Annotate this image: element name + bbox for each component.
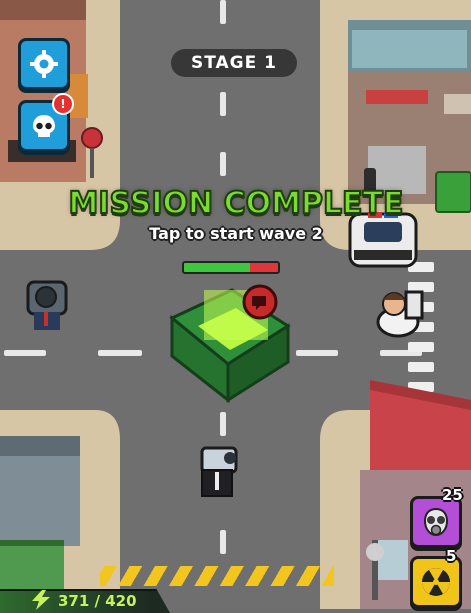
gas-mask-icon	[423, 507, 449, 537]
mission-title: MISSION COMPLETE	[67, 185, 404, 222]
cameraman-player	[200, 446, 238, 497]
dumpster	[435, 171, 471, 213]
stop-sign	[81, 127, 103, 149]
radiation-count: 5	[446, 547, 457, 565]
building-top-left	[0, 0, 88, 182]
skull-icon	[33, 115, 55, 137]
radiation-icon	[422, 568, 450, 596]
mission-subtitle[interactable]: Tap to start wave 2	[90, 224, 382, 243]
hazard-stripe-banner	[100, 566, 334, 586]
energy-counter: 371 / 420	[58, 592, 137, 610]
lightning-icon	[32, 590, 50, 610]
toilet-enemy	[376, 290, 424, 338]
settings-button[interactable]	[18, 38, 70, 90]
stage-label: STAGE 1	[171, 49, 297, 77]
gas-mask-count: 25	[442, 486, 463, 504]
game-map	[0, 0, 471, 609]
alert-badge: !	[52, 93, 74, 115]
boss-health-fill	[184, 263, 250, 272]
gear-icon	[30, 50, 58, 78]
boss-health-bar	[182, 261, 280, 274]
